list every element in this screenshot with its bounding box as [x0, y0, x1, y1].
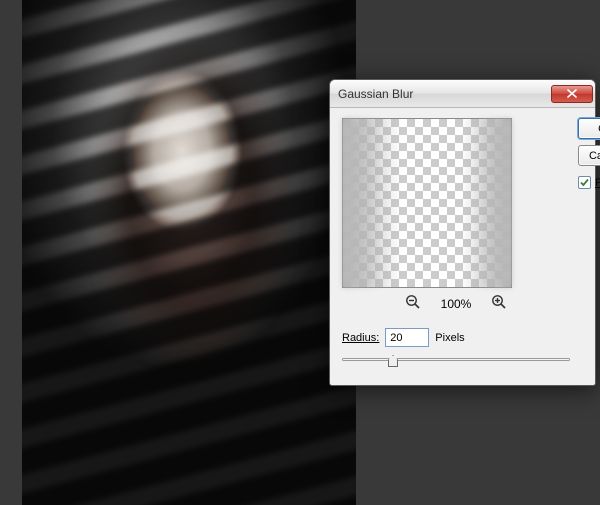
- preview-checkbox[interactable]: [578, 176, 591, 189]
- ok-button[interactable]: OK: [578, 118, 600, 139]
- checkmark-icon: [579, 177, 590, 188]
- zoom-in-icon[interactable]: [491, 294, 507, 314]
- radius-input[interactable]: [385, 328, 429, 347]
- preview-content: [343, 119, 511, 287]
- close-button[interactable]: [551, 85, 593, 103]
- light-stripes-overlay: [22, 0, 356, 505]
- gaussian-blur-dialog: Gaussian Blur 100% Radius:: [329, 79, 596, 386]
- zoom-out-icon[interactable]: [405, 294, 421, 314]
- radius-row: Radius: Pixels: [342, 328, 570, 347]
- slider-handle[interactable]: [388, 355, 398, 367]
- radius-label: Radius:: [342, 332, 379, 344]
- dialog-titlebar[interactable]: Gaussian Blur: [330, 80, 595, 108]
- preview-label: Preview: [595, 177, 600, 189]
- document-canvas[interactable]: [22, 0, 356, 505]
- filter-preview[interactable]: [342, 118, 512, 288]
- dialog-right-column: OK Cancel Preview: [578, 118, 600, 371]
- dialog-title: Gaussian Blur: [338, 87, 551, 101]
- close-icon: [567, 89, 577, 98]
- slider-track: [342, 358, 570, 361]
- zoom-controls: 100%: [342, 294, 570, 314]
- cancel-button[interactable]: Cancel: [578, 145, 600, 166]
- zoom-percent: 100%: [441, 297, 472, 311]
- radius-slider[interactable]: [342, 353, 570, 371]
- radius-unit: Pixels: [435, 332, 464, 344]
- preview-toggle-row: Preview: [578, 176, 600, 189]
- dialog-body: 100% Radius: Pixels OK Cancel: [330, 108, 595, 385]
- dialog-left-column: 100% Radius: Pixels: [342, 118, 570, 371]
